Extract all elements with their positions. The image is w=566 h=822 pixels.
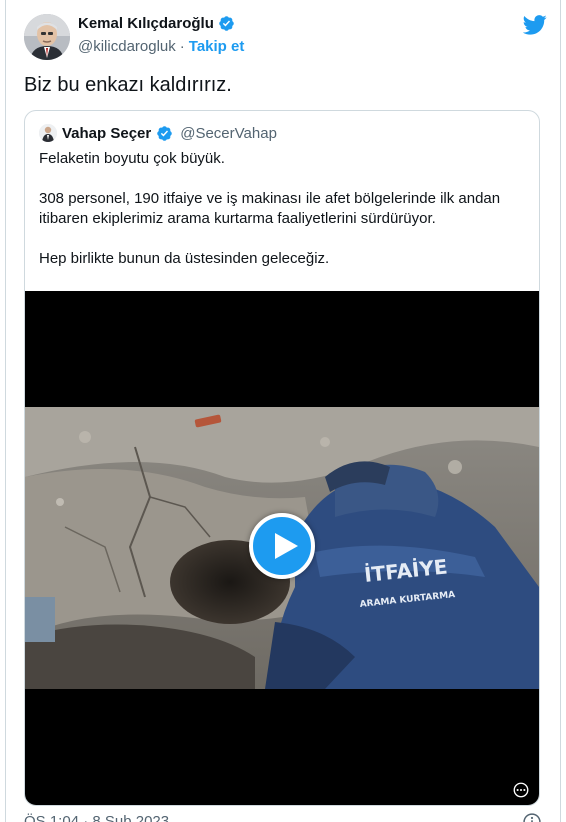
quoted-avatar <box>39 124 57 142</box>
verified-badge-icon <box>157 125 172 141</box>
quoted-header: Vahap Seçer @SecerVahap <box>39 124 277 142</box>
quoted-author-name: Vahap Seçer <box>62 124 152 142</box>
more-icon[interactable] <box>512 781 530 799</box>
separator-dot: · <box>179 38 185 55</box>
author-name-row: Kemal Kılıçdaroğlu <box>78 15 235 32</box>
verified-badge-icon <box>219 16 234 31</box>
quoted-text: Felaketin boyutu çok büyük. 308 personel… <box>39 149 529 289</box>
quoted-paragraph: Hep birlikte bunun da üstesinden geleceğ… <box>39 250 330 267</box>
quoted-tweet[interactable]: Vahap Seçer @SecerVahap Felaketin boyutu… <box>24 110 540 806</box>
author-avatar[interactable] <box>24 14 70 60</box>
play-icon <box>275 533 298 559</box>
info-icon[interactable] <box>522 812 542 822</box>
quoted-paragraph: 308 personel, 190 itfaiye ve iş makinası… <box>39 190 501 227</box>
follow-button[interactable]: Takip et <box>189 38 245 55</box>
tweet-card: Kemal Kılıçdaroğlu @kilicdarogluk · Taki… <box>5 0 561 822</box>
author-handle-row: @kilicdarogluk · Takip et <box>78 38 244 55</box>
author-handle[interactable]: @kilicdarogluk <box>78 38 176 55</box>
tweet-text: Biz bu enkazı kaldırırız. <box>24 74 232 96</box>
author-name[interactable]: Kemal Kılıçdaroğlu <box>78 15 214 32</box>
tweet-timestamp[interactable]: ÖS 1:04 · 8 Şub 2023 <box>24 813 169 822</box>
quoted-paragraph: Felaketin boyutu çok büyük. <box>39 150 225 167</box>
quoted-author-handle: @SecerVahap <box>180 124 277 142</box>
play-button[interactable] <box>249 513 315 579</box>
twitter-bird-icon[interactable] <box>523 14 547 36</box>
video-player[interactable]: İTFAİYE ARAMA KURTARMA <box>25 291 539 805</box>
